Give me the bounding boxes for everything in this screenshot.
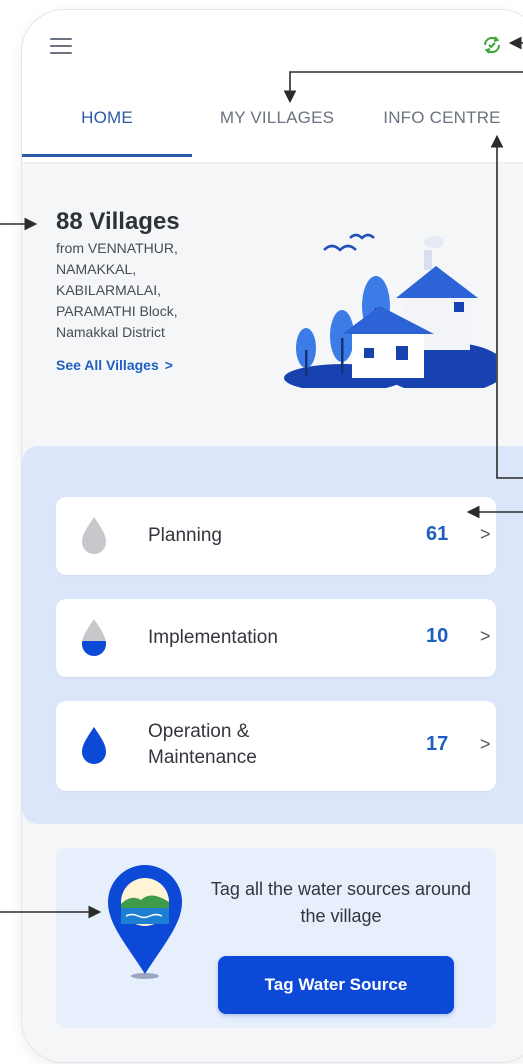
village-summary: 88 Villages from VENNATHUR, NAMAKKAL, KA… xyxy=(56,208,296,373)
tab-bar: HOME MY VILLAGES INFO CENTRE xyxy=(22,102,523,160)
stage-label: Operation & Maintenance xyxy=(148,721,257,768)
project-stages-panel: Planning 61 > Implementation 10 > Operat… xyxy=(22,446,523,824)
water-drop-half-icon xyxy=(82,619,106,656)
phone-screen: HOME MY VILLAGES INFO CENTRE 88 Villages… xyxy=(22,10,523,1062)
see-all-label: See All Villages xyxy=(56,357,159,373)
tag-water-source-button[interactable]: Tag Water Source xyxy=(218,956,454,1014)
tab-home[interactable]: HOME xyxy=(22,102,192,160)
stage-card-planning[interactable]: Planning 61 > xyxy=(56,497,496,575)
stage-label: Implementation xyxy=(148,627,278,648)
hamburger-icon[interactable] xyxy=(50,38,72,54)
sync-icon[interactable] xyxy=(480,33,504,57)
stage-label: Planning xyxy=(148,525,222,546)
village-illustration xyxy=(284,233,496,388)
stage-count: 17 xyxy=(426,733,449,755)
stage-card-operation-maintenance[interactable]: Operation & Maintenance 17 > xyxy=(56,701,496,791)
location-pin-icon xyxy=(108,865,182,979)
tab-my-villages[interactable]: MY VILLAGES xyxy=(192,102,362,160)
stage-count: 10 xyxy=(426,625,449,647)
stage-card-implementation[interactable]: Implementation 10 > xyxy=(56,599,496,677)
app-bar: HOME MY VILLAGES INFO CENTRE xyxy=(22,10,523,162)
chevron-right-icon: > xyxy=(480,524,491,544)
water-drop-empty-icon xyxy=(82,517,106,554)
chevron-right-icon: > xyxy=(480,734,491,754)
village-count-title: 88 Villages xyxy=(56,208,180,235)
see-all-villages-link[interactable]: See All Villages > xyxy=(56,357,296,373)
active-tab-indicator xyxy=(22,154,192,157)
village-origin-text: from VENNATHUR, NAMAKKAL, KABILARMALAI, … xyxy=(56,240,178,340)
tag-water-description: Tag all the water sources around the vil… xyxy=(210,879,472,926)
chevron-right-icon: > xyxy=(164,357,173,373)
tab-info-centre[interactable]: INFO CENTRE xyxy=(362,102,522,160)
chevron-right-icon: > xyxy=(480,626,491,646)
stage-count: 61 xyxy=(426,523,449,545)
water-drop-full-icon xyxy=(82,727,106,764)
tag-water-source-card: Tag all the water sources around the vil… xyxy=(56,848,496,1028)
